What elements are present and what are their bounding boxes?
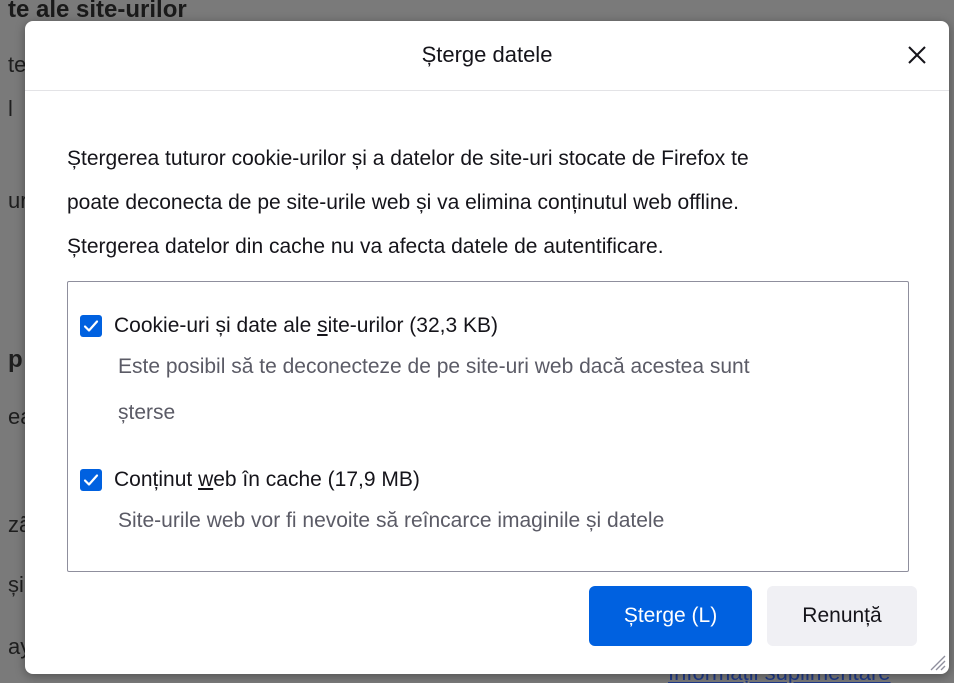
cache-label[interactable]: Conținut web în cache (17,9 MB) — [114, 468, 420, 492]
option-row[interactable]: Cookie-uri și date ale site-urilor (32,3… — [80, 314, 890, 338]
description-line: Este posibil să te deconecteze de pe sit… — [118, 355, 750, 378]
description-line: șterse — [118, 401, 176, 424]
label-part: Conținut — [114, 468, 199, 491]
access-key: s — [317, 314, 328, 337]
cookies-checkbox[interactable] — [80, 315, 102, 337]
page: te ale site-urilor te l ur p ea zã și ay… — [0, 0, 954, 683]
clear-data-dialog: Șterge datele Ștergerea tuturor cookie-u… — [25, 21, 949, 674]
cache-checkbox[interactable] — [80, 469, 102, 491]
description-line: poate deconecta de pe site-urile web și … — [67, 191, 740, 214]
cancel-button[interactable]: Renunță — [767, 586, 917, 646]
background-fragment: l — [8, 96, 13, 121]
option-cookies: Cookie-uri și date ale site-urilor (32,3… — [80, 314, 890, 436]
background-fragment: p — [8, 346, 23, 373]
dialog-description: Ștergerea tuturor cookie-urilor și a dat… — [67, 137, 917, 269]
label-part: eb în cache (17,9 MB) — [213, 468, 420, 491]
option-cache: Conținut web în cache (17,9 MB) Site-uri… — [80, 468, 890, 544]
dialog-title: Șterge datele — [421, 42, 553, 67]
description-line: Site-urile web vor fi nevoite să reîncar… — [118, 509, 665, 532]
cache-description: Site-urile web vor fi nevoite să reîncar… — [118, 498, 890, 544]
description-line: Ștergerea tuturor cookie-urilor și a dat… — [67, 147, 749, 170]
background-fragment: și — [8, 572, 24, 597]
checkmark-icon — [83, 320, 99, 332]
close-icon — [908, 46, 926, 64]
clear-button[interactable]: Șterge (L) — [589, 586, 752, 646]
checkmark-icon — [83, 474, 99, 486]
option-row[interactable]: Conținut web în cache (17,9 MB) — [80, 468, 890, 492]
cookies-label[interactable]: Cookie-uri și date ale site-urilor (32,3… — [114, 314, 498, 338]
close-button[interactable] — [899, 37, 935, 73]
description-line: Ștergerea datelor din cache nu va afecta… — [67, 235, 664, 258]
options-box: Cookie-uri și date ale site-urilor (32,3… — [67, 281, 909, 572]
label-part: ite-urilor (32,3 KB) — [327, 314, 498, 337]
dialog-header: Șterge datele — [25, 21, 949, 91]
label-part: Cookie-uri și date ale — [114, 314, 318, 337]
resize-grip-icon[interactable] — [925, 650, 947, 672]
access-key: w — [198, 468, 214, 491]
background-fragment: te — [8, 52, 27, 77]
cookies-description: Este posibil să te deconecteze de pe sit… — [118, 344, 890, 436]
